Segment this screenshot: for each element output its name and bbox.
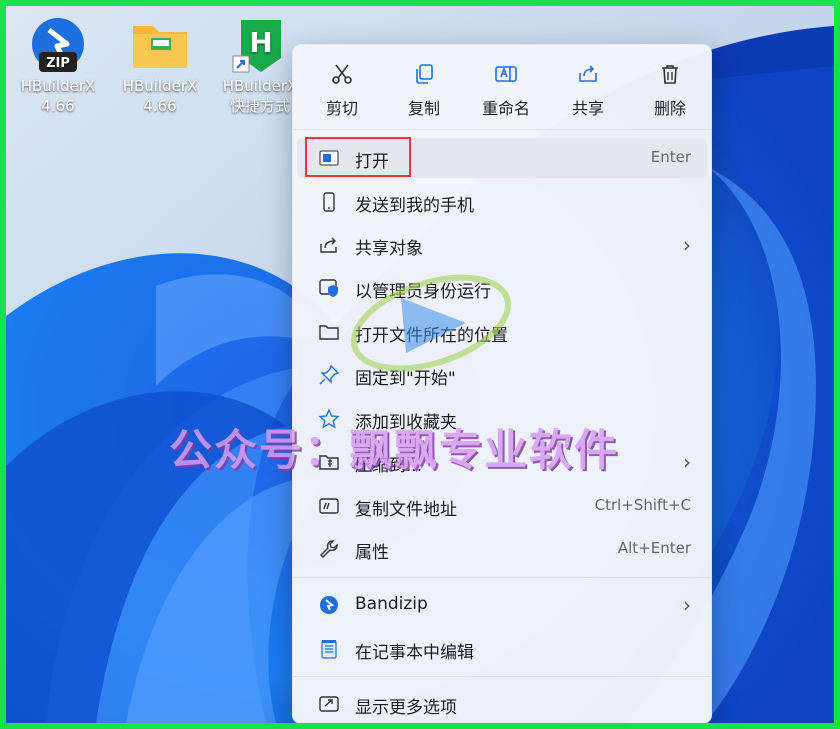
desktop-icon-hbuilderx-folder[interactable]: HBuilderX 4.66 [112, 10, 208, 116]
pin-icon [319, 364, 340, 385]
copy-icon [416, 64, 433, 84]
menu-item-show-more-options[interactable]: 显示更多选项 [297, 684, 707, 723]
copy-button[interactable]: 复制 [383, 57, 465, 121]
menu-item-share-with[interactable]: 共享对象 › [297, 225, 707, 265]
context-menu-top-actions: 剪切 复制 重命名 共享 删除 [293, 45, 711, 130]
delete-label: 删除 [653, 99, 686, 118]
wrench-icon [320, 540, 338, 558]
shield-icon [319, 279, 338, 297]
watermark-logo [350, 274, 512, 372]
rename-label: 重命名 [481, 99, 530, 118]
menu-item-label: 在记事本中编辑 [355, 643, 474, 663]
desktop-icon-label: HBuilderX [20, 77, 96, 95]
app-window-icon [319, 150, 339, 166]
chevron-right-icon: › [683, 450, 691, 474]
menu-item-shortcut: Alt+Enter [617, 539, 691, 557]
menu-item-label: Bandizip [355, 594, 428, 614]
notepad-icon [321, 640, 337, 659]
hbuilderx-app-icon: H [229, 16, 291, 74]
menu-item-shortcut: Enter [650, 148, 691, 166]
share-button[interactable]: 共享 [547, 57, 629, 121]
menu-item-bandizip[interactable]: Bandizip › [297, 585, 707, 625]
chevron-right-icon: › [683, 233, 691, 257]
watermark-text: 公众号：飘飘专业软件 [169, 426, 619, 476]
rename-button[interactable]: 重命名 [465, 57, 547, 121]
delete-button[interactable]: 删除 [629, 57, 711, 121]
rename-icon [495, 66, 517, 82]
desktop-icon-hbuilderx-zip[interactable]: ZIP HBuilderX 4.66 [10, 10, 106, 116]
share-label: 共享 [571, 99, 604, 118]
desktop-icon-sublabel: 4.66 [41, 97, 75, 115]
phone-icon [323, 192, 335, 212]
menu-separator [293, 676, 711, 677]
menu-item-label: 共享对象 [355, 239, 423, 259]
menu-item-label: 复制文件地址 [355, 500, 457, 520]
screenshot-frame: ZIP HBuilderX 4.66 HBuilderX 4.66 H HBui… [6, 6, 834, 723]
menu-item-properties[interactable]: 属性 Alt+Enter [297, 529, 707, 569]
desktop-icon-label: HBuilderX [122, 77, 198, 95]
desktop-icon-sublabel: 4.66 [143, 97, 177, 115]
copy-path-icon [319, 498, 339, 514]
menu-item-edit-in-notepad[interactable]: 在记事本中编辑 [297, 629, 707, 669]
menu-item-open[interactable]: 打开 Enter [297, 137, 707, 178]
menu-item-shortcut: Ctrl+Shift+C [594, 496, 691, 514]
menu-item-label: 发送到我的手机 [355, 196, 474, 216]
trash-icon [662, 65, 678, 84]
menu-item-label: 显示更多选项 [355, 698, 457, 718]
menu-separator [293, 577, 711, 578]
menu-item-label: 属性 [355, 543, 389, 563]
hbuilderx-letter: H [249, 26, 272, 59]
zip-badge: ZIP [46, 56, 70, 71]
cut-button[interactable]: 剪切 [301, 57, 383, 121]
menu-item-label: 打开 [355, 152, 389, 172]
context-menu: 剪切 复制 重命名 共享 删除 打开 Enter 发送到我的手机 共享对象 › … [292, 44, 712, 723]
zip-archive-icon: ZIP [27, 16, 89, 74]
folder-icon [319, 325, 339, 340]
menu-item-send-to-phone[interactable]: 发送到我的手机 [297, 182, 707, 222]
scissors-icon [332, 64, 352, 84]
share-object-icon [320, 237, 337, 253]
share-icon [579, 65, 597, 82]
cut-label: 剪切 [325, 99, 358, 118]
chevron-right-icon: › [683, 593, 691, 617]
copy-label: 复制 [407, 99, 440, 118]
menu-item-copy-path[interactable]: 复制文件地址 Ctrl+Shift+C [297, 486, 707, 526]
more-options-icon [319, 696, 339, 712]
folder-icon [129, 16, 191, 74]
bandizip-icon [320, 596, 338, 614]
